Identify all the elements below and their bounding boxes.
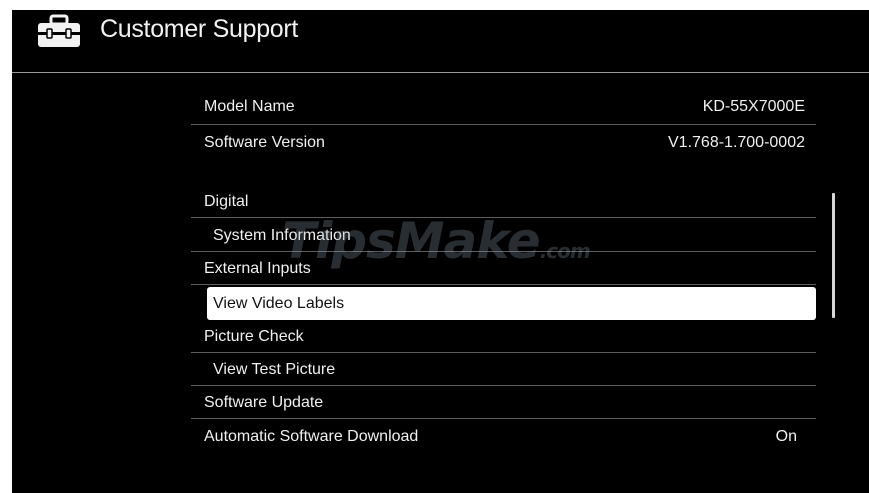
divider [191, 124, 816, 125]
menu-item-view-video-labels[interactable]: View Video Labels [207, 287, 816, 320]
menu-item-label: External Inputs [204, 260, 311, 277]
menu-item-automatic-software-download[interactable]: Automatic Software Download On [191, 420, 816, 453]
menu-item-label: Digital [204, 193, 249, 210]
model-name-row: Model Name KD-55X7000E [191, 90, 816, 123]
toolbox-icon [36, 14, 82, 48]
menu-item-digital[interactable]: Digital [191, 185, 816, 218]
menu-item-label: Picture Check [204, 328, 304, 345]
page-title: Customer Support [100, 15, 299, 43]
software-version-row: Software Version V1.768-1.700-0002 [191, 126, 816, 159]
menu-item-external-inputs[interactable]: External Inputs [191, 252, 816, 285]
support-menu-list: Digital System Information External Inpu… [191, 185, 816, 455]
menu-item-view-test-picture[interactable]: View Test Picture [191, 353, 816, 386]
menu-item-label: System Information [213, 227, 351, 244]
software-version-label: Software Version [204, 134, 325, 151]
menu-item-label: View Video Labels [213, 295, 345, 312]
menu-item-picture-check[interactable]: Picture Check [191, 320, 816, 353]
header-bar: Customer Support [12, 10, 869, 73]
menu-item-label: Software Update [204, 394, 324, 411]
menu-item-label: Automatic Software Download [204, 428, 419, 445]
tv-settings-screen: Customer Support Model Name KD-55X7000E … [12, 10, 869, 493]
menu-item-value: On [775, 428, 797, 445]
model-name-value: KD-55X7000E [702, 98, 805, 115]
scrollbar-thumb[interactable] [832, 193, 835, 318]
model-name-label: Model Name [204, 98, 295, 115]
menu-item-system-information[interactable]: System Information [191, 219, 816, 252]
software-version-value: V1.768-1.700-0002 [668, 134, 805, 151]
menu-item-software-update[interactable]: Software Update [191, 386, 816, 419]
menu-item-label: View Test Picture [213, 361, 336, 378]
